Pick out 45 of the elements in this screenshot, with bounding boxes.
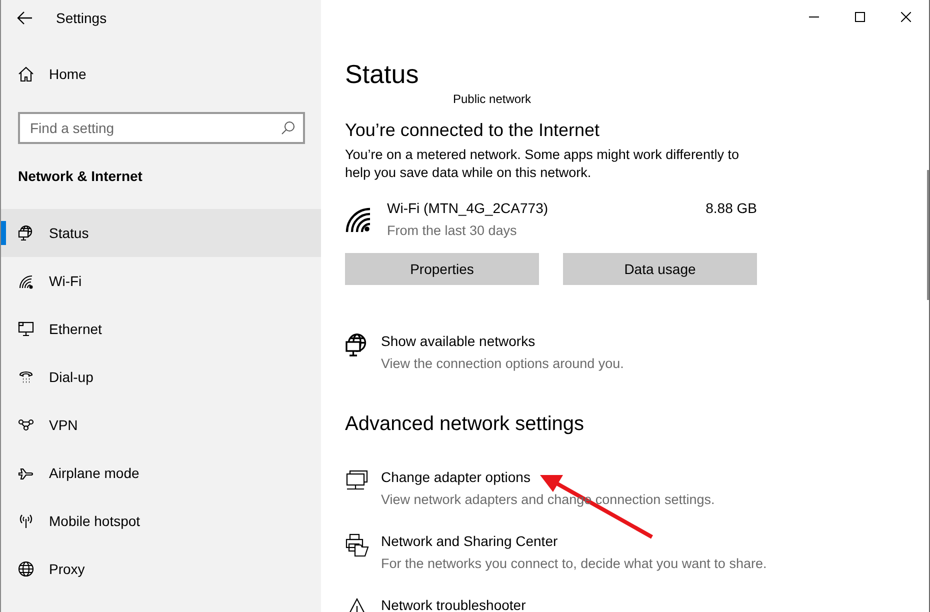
settings-link[interactable]: Change adapter options (381, 466, 530, 488)
search-icon (281, 121, 295, 135)
minimize-icon (809, 16, 819, 18)
home-icon (18, 66, 34, 82)
section-heading: Advanced network settings (345, 412, 586, 436)
close-icon (901, 12, 911, 22)
page-title: Status (345, 58, 420, 90)
sidebar-item[interactable]: VPN (1, 401, 321, 449)
connection-name: Wi-Fi (MTN_4G_2CA773) (387, 199, 550, 218)
connection-period: From the last 30 days (387, 222, 518, 240)
globe-monitor-icon (18, 225, 34, 241)
window-title: Settings (56, 8, 107, 28)
monitors-icon (345, 468, 369, 492)
globe-monitor-icon (345, 333, 369, 358)
monitor-icon (18, 321, 34, 337)
action-button[interactable]: Properties (345, 253, 539, 286)
sidebar-item[interactable]: Dial-up (1, 353, 321, 401)
settings-link[interactable]: Show available networks (381, 331, 536, 352)
data-usage-value: 8.88 GB (706, 199, 757, 218)
wifi-signal-icon (345, 206, 373, 233)
printer-folder-icon (345, 532, 369, 557)
sidebar-item[interactable]: Proxy (1, 545, 321, 593)
network-type-text: Public network (453, 92, 532, 106)
link-description: For the networks you connect to, decide what you want to share. (381, 554, 767, 573)
settings-link[interactable]: Network and Sharing Center (381, 530, 558, 552)
back-arrow-icon (17, 10, 33, 26)
sidebar-item[interactable]: Wi-Fi (1, 257, 321, 305)
section-heading: Network & Internet (18, 167, 144, 186)
home-link[interactable]: Home (1, 50, 321, 98)
antenna-icon (18, 513, 34, 529)
wifi-icon (18, 273, 34, 289)
section-heading: You’re connected to the Internet (345, 119, 601, 142)
sidebar-item[interactable]: Ethernet (1, 305, 321, 353)
globe-icon (18, 561, 34, 577)
search-field[interactable]: Find a setting (18, 112, 305, 144)
phone-icon (18, 369, 34, 385)
status-description: You’re on a metered network. Some apps might work differently to help you save data while on this network. (345, 146, 740, 182)
vpn-icon (18, 417, 34, 433)
action-button[interactable]: Data usage (563, 253, 757, 286)
sidebar-item[interactable]: Status (1, 209, 321, 257)
maximize-icon (855, 12, 865, 22)
settings-link[interactable]: Network troubleshooter (381, 595, 526, 612)
sidebar-item[interactable]: Mobile hotspot (1, 497, 321, 545)
sidebar-item[interactable]: Airplane mode (1, 449, 321, 497)
link-description: View the connection options around you. (381, 355, 624, 374)
